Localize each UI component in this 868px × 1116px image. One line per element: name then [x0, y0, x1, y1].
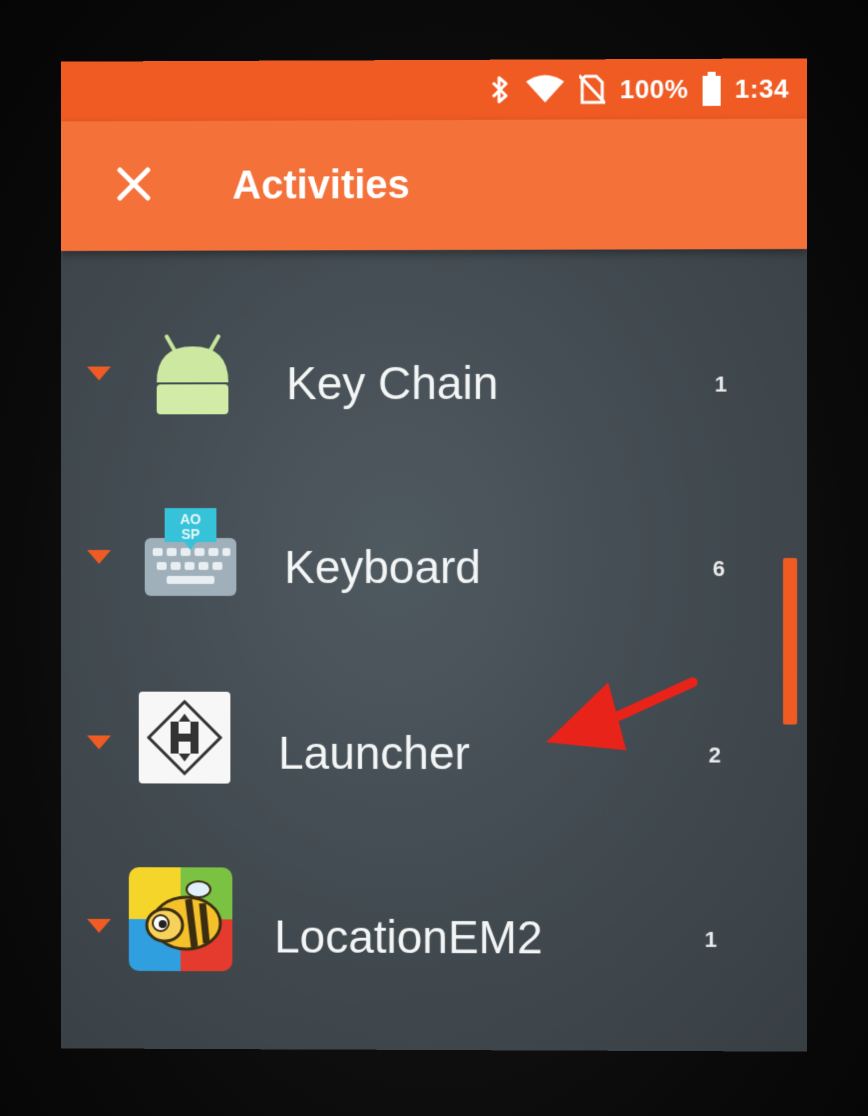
expand-caret-icon[interactable]: [87, 366, 111, 381]
list-item-keyboard[interactable]: AO SP Keyboard 6: [61, 494, 781, 644]
expand-caret-icon[interactable]: [87, 918, 111, 933]
activity-count: 2: [708, 742, 721, 768]
svg-text:AO: AO: [180, 511, 201, 527]
list-item-label: Keyboard: [284, 540, 481, 594]
activity-count: 6: [712, 556, 725, 582]
status-bar: 100% 1:34: [61, 58, 808, 122]
wifi-icon: [526, 74, 566, 104]
page-title: Activities: [232, 162, 410, 208]
list-item-key-chain[interactable]: Key Chain 1: [61, 309, 781, 460]
svg-text:SP: SP: [181, 526, 200, 542]
device-screen: 100% 1:34 Activities Key Chain 1 AO SP K…: [61, 58, 808, 1052]
battery-percent: 100%: [619, 73, 689, 104]
list-item-launcher[interactable]: Launcher 2: [61, 680, 781, 831]
list-item-label: LocationEM2: [274, 910, 543, 964]
bee-icon: [129, 867, 233, 972]
aosp-keyboard-icon: AO SP: [143, 508, 239, 604]
battery-icon: [702, 71, 721, 106]
device-bezel: 100% 1:34 Activities Key Chain 1 AO SP K…: [0, 0, 868, 1116]
expand-caret-icon[interactable]: [87, 550, 111, 564]
expand-caret-icon[interactable]: [87, 735, 111, 750]
no-sim-icon: [579, 73, 606, 105]
activities-list: Key Chain 1 AO SP Keyboard 6 Launcher 2 …: [61, 259, 807, 972]
activity-count: 1: [704, 926, 717, 952]
clock: 1:34: [734, 73, 790, 104]
scrollbar-thumb[interactable]: [783, 558, 798, 725]
close-icon: [117, 166, 151, 205]
list-item-label: Key Chain: [286, 356, 499, 410]
android-icon: [145, 322, 241, 418]
app-bar: Activities: [61, 118, 808, 251]
close-button[interactable]: [99, 151, 169, 221]
list-item-label: Launcher: [278, 726, 470, 780]
bluetooth-icon: [489, 74, 511, 106]
activity-count: 1: [714, 371, 727, 397]
launcher-icon: [138, 691, 231, 784]
list-item-locationem2[interactable]: LocationEM2 1: [61, 863, 781, 1015]
